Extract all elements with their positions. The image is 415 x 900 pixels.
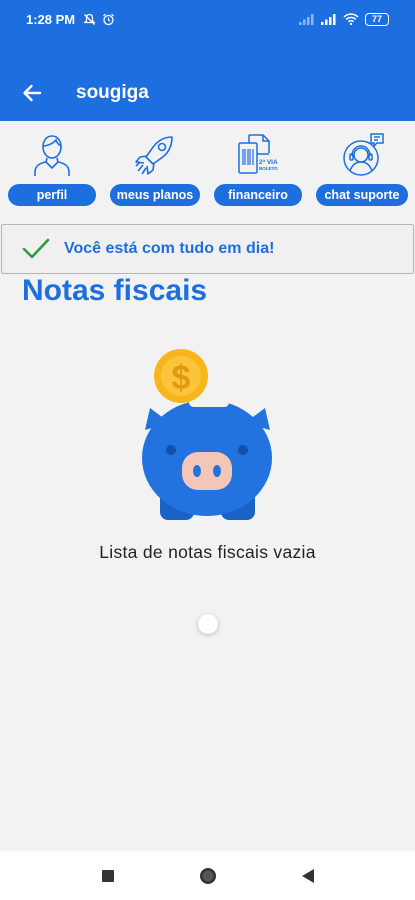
quick-menu-label: chat suporte [316,184,408,206]
quick-menu: perfil meus planos 2ª VIA BOLETO finance… [0,130,415,212]
page-title: Notas fiscais [22,274,208,307]
circle-icon [199,867,216,884]
back-button[interactable] [12,73,52,113]
invoice-icon: 2ª VIA BOLETO [238,134,278,174]
user-icon [34,135,70,176]
back-nav-button[interactable] [293,861,323,891]
quick-menu-label: perfil [8,184,96,206]
support-chat-icon [343,133,384,176]
quick-menu-plans[interactable]: meus planos [110,130,200,212]
svg-text:BOLETO: BOLETO [259,166,278,171]
wifi-icon [343,13,359,25]
loading-indicator [198,614,218,634]
signal-icon [321,14,336,25]
empty-state-text: Lista de notas fiscais vazia [99,542,316,562]
status-banner: Você está com tudo em dia! [1,224,414,274]
quick-menu-label: financeiro [214,184,302,206]
svg-text:$: $ [172,359,191,397]
quick-menu-support[interactable]: chat suporte [316,130,408,212]
status-time: 1:28 PM [26,11,76,27]
quick-menu-label: meus planos [110,184,200,206]
piggy-bank-icon: $ [142,349,272,520]
battery-icon: 77 [365,12,389,26]
app-header: 1:28 PM 77 sougiga [0,0,415,121]
home-button[interactable] [193,861,223,891]
svg-text:2ª VIA: 2ª VIA [259,159,278,166]
status-banner-text: Você está com tudo em dia! [64,240,275,257]
app-title: sougiga [76,82,149,103]
recents-button[interactable] [93,861,123,891]
quick-menu-finance[interactable]: 2ª VIA BOLETO financeiro [213,130,303,212]
system-nav-bar [0,851,415,900]
signal-icon [299,14,314,25]
check-icon [22,238,50,259]
alarm-icon [103,13,115,25]
triangle-back-icon [301,868,314,883]
quick-menu-profile[interactable]: perfil [7,130,97,212]
toolbar: sougiga [0,70,415,116]
arrow-left-icon [23,84,42,102]
rocket-icon [135,136,173,175]
square-icon [101,869,114,882]
mute-notifications-icon [83,13,96,25]
status-bar: 1:28 PM 77 [0,0,415,38]
